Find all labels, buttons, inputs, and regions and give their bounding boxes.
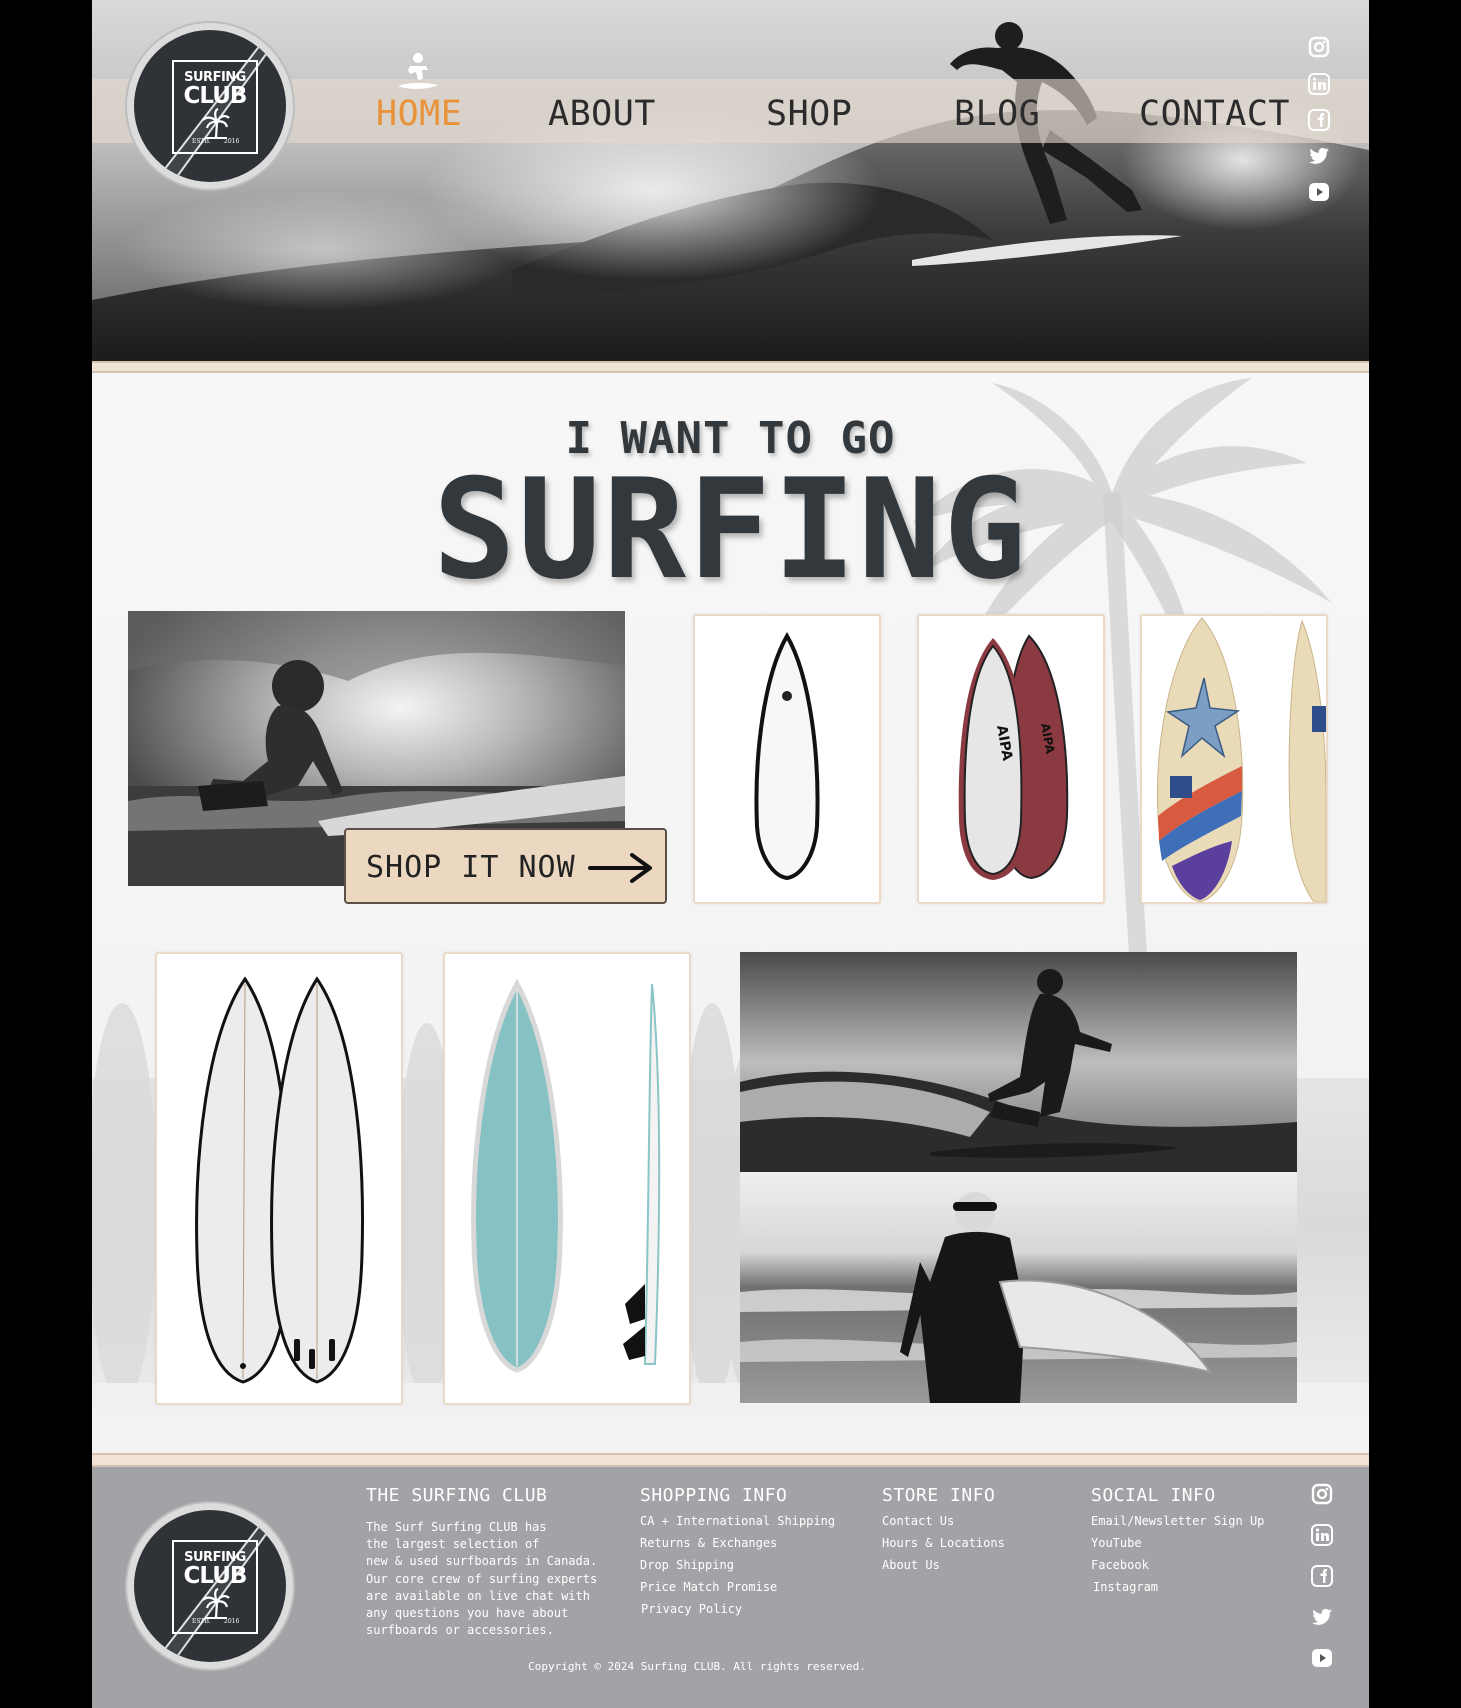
footer-heading-about: THE SURFING CLUB [366, 1485, 548, 1506]
surfboard-image [1156, 617, 1326, 902]
main-divider [92, 1453, 1369, 1467]
surfboard-image: AIPA AIPA [958, 634, 1069, 880]
footer-heading-shopping: SHOPPING INFO [640, 1485, 788, 1506]
page: SURFING CLUB ESTB. 2016 HOME ABOUT SHOP … [92, 0, 1369, 1708]
footer-link-privacy[interactable]: Privacy Policy [641, 1602, 742, 1616]
facebook-icon[interactable] [1311, 1565, 1333, 1587]
footer-link-hours[interactable]: Hours & Locations [882, 1536, 1005, 1550]
nav-home[interactable]: HOME [376, 94, 462, 134]
footer-link-about[interactable]: About Us [882, 1558, 940, 1572]
shop-button-label: SHOP IT NOW [366, 850, 576, 885]
footer-link-youtube[interactable]: YouTube [1091, 1536, 1142, 1550]
older-surfer-photo [740, 1172, 1297, 1403]
footer-link-price-match[interactable]: Price Match Promise [640, 1580, 777, 1594]
linkedin-icon[interactable] [1311, 1524, 1333, 1546]
nav-about[interactable]: ABOUT [548, 94, 656, 134]
linkedin-icon[interactable] [1308, 73, 1330, 95]
headline-big: SURFING [432, 449, 1029, 610]
product-card-white-board[interactable] [693, 614, 881, 904]
hero-banner: SURFING CLUB ESTB. 2016 HOME ABOUT SHOP … [92, 0, 1369, 361]
surfboard-image [195, 976, 364, 1384]
footer-link-drop-shipping[interactable]: Drop Shipping [640, 1558, 734, 1572]
nav-blog[interactable]: BLOG [954, 94, 1040, 134]
facebook-icon[interactable] [1308, 109, 1330, 131]
footer-link-contact[interactable]: Contact Us [882, 1514, 954, 1528]
footer-about-text: The Surf Surfing CLUB has the largest se… [366, 1520, 598, 1638]
girl-surfer-photo [740, 952, 1297, 1172]
nav-shop[interactable]: SHOP [766, 94, 852, 134]
product-card-star-board[interactable] [1140, 614, 1328, 904]
arrow-right-icon [588, 853, 652, 883]
main-content: I WANT TO GO SURFING SHOP IT NOW AIPA AI… [92, 373, 1369, 1453]
twitter-icon[interactable] [1308, 145, 1330, 167]
footer: SURFING CLUB ESTB. 2016 THE SURFING CLUB… [92, 1467, 1369, 1708]
copyright: Copyright © 2024 Surfing CLUB. All right… [528, 1660, 866, 1673]
youtube-icon[interactable] [1311, 1647, 1333, 1669]
palm-tree-icon [202, 1588, 230, 1619]
main-nav: HOME ABOUT SHOP BLOG CONTACT [92, 0, 1369, 150]
product-card-maroon-boards[interactable]: AIPA AIPA [917, 614, 1105, 904]
logo-frame: SURFING CLUB ESTB. 2016 [172, 1540, 258, 1634]
footer-social-icons [1311, 1483, 1333, 1683]
youtube-icon[interactable] [1308, 181, 1330, 203]
footer-link-facebook[interactable]: Facebook [1091, 1558, 1149, 1572]
footer-heading-store: STORE INFO [882, 1485, 996, 1506]
surfboard-image [754, 631, 820, 881]
instagram-icon[interactable] [1311, 1483, 1333, 1505]
surfboard-image [471, 978, 661, 1373]
footer-heading-social: SOCIAL INFO [1091, 1485, 1216, 1506]
footer-link-shipping[interactable]: CA + International Shipping [640, 1514, 835, 1528]
hero-divider [92, 361, 1369, 373]
footer-link-returns[interactable]: Returns & Exchanges [640, 1536, 777, 1550]
footer-logo[interactable]: SURFING CLUB ESTB. 2016 [127, 1503, 293, 1669]
footer-link-instagram[interactable]: Instagram [1093, 1580, 1158, 1594]
instagram-icon[interactable] [1308, 36, 1330, 58]
logo-line2: CLUB [183, 1563, 248, 1589]
header-social-icons [1308, 36, 1330, 206]
product-card-teal-board[interactable] [443, 952, 691, 1405]
nav-contact[interactable]: CONTACT [1139, 94, 1290, 134]
product-card-twin-boards[interactable] [155, 952, 403, 1405]
twitter-icon[interactable] [1311, 1606, 1333, 1628]
shop-it-now-button[interactable]: SHOP IT NOW [344, 828, 667, 904]
surfer-icon [398, 53, 438, 89]
footer-link-newsletter[interactable]: Email/Newsletter Sign Up [1091, 1514, 1264, 1528]
